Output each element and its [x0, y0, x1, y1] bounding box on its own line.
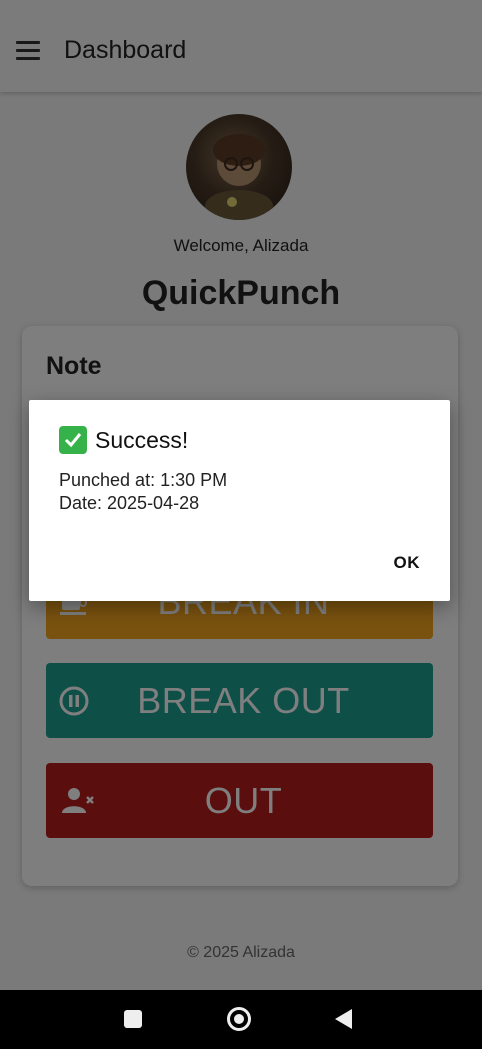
system-nav-bar [0, 990, 482, 1049]
dialog-title-row: Success! [59, 426, 188, 454]
dialog-title: Success! [95, 426, 189, 453]
punched-at-text: Punched at: 1:30 PM [59, 470, 228, 490]
home-icon[interactable] [227, 1007, 251, 1031]
recent-apps-icon[interactable] [124, 1010, 142, 1028]
back-icon[interactable] [335, 1009, 352, 1029]
ok-button[interactable]: OK [394, 553, 421, 573]
success-dialog: Success! Punched at: 1:30 PM Date: 2025-… [29, 400, 450, 601]
date-text: Date: 2025-04-28 [59, 493, 200, 513]
check-mark-icon [59, 426, 87, 454]
